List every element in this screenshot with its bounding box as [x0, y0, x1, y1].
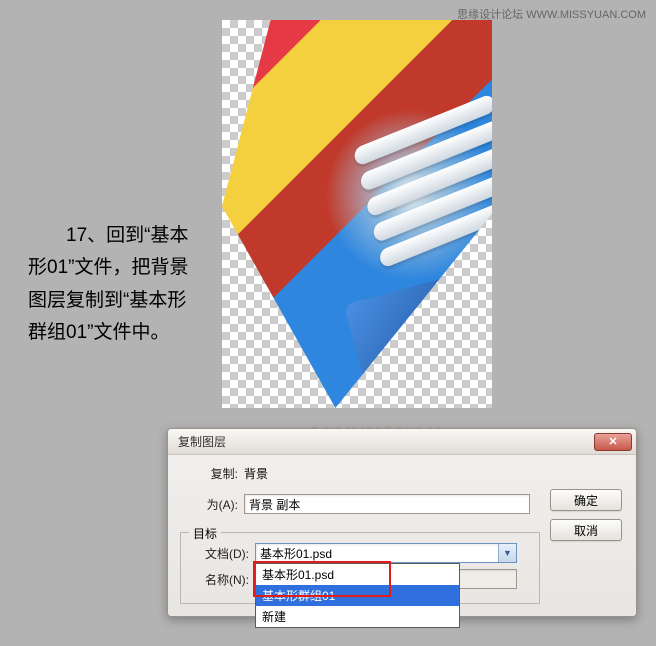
as-input[interactable] — [244, 494, 530, 514]
combobox-value: 基本形01.psd — [260, 545, 332, 562]
document-label: 文档(D): — [191, 545, 255, 562]
cancel-button[interactable]: 取消 — [550, 519, 622, 541]
masked-photo — [222, 20, 492, 408]
document-combobox[interactable]: 基本形01.psd ▼ 基本形01.psd 基本形群组01 新建 — [255, 543, 517, 563]
dialog-titlebar[interactable]: 复制图层 ✕ — [168, 429, 636, 455]
copy-value: 背景 — [244, 465, 268, 482]
duplicate-layer-dialog: 复制图层 ✕ 复制: 背景 为(A): 目标 文档(D): 基本形01.psd — [167, 428, 637, 617]
close-button[interactable]: ✕ — [594, 433, 632, 451]
dropdown-option[interactable]: 基本形群组01 — [256, 585, 459, 606]
target-fieldset: 目标 文档(D): 基本形01.psd ▼ 基本形01.psd 基本形群组01 … — [180, 532, 540, 604]
close-icon: ✕ — [608, 435, 617, 448]
name-label: 名称(N): — [191, 571, 255, 588]
copy-label: 复制: — [180, 465, 244, 482]
document-dropdown-list: 基本形01.psd 基本形群组01 新建 — [255, 563, 460, 628]
as-label: 为(A): — [180, 496, 244, 513]
target-legend: 目标 — [189, 525, 221, 542]
dropdown-option[interactable]: 基本形01.psd — [256, 564, 459, 585]
chevron-down-icon: ▼ — [498, 544, 516, 562]
dropdown-option[interactable]: 新建 — [256, 606, 459, 627]
canvas-checkerboard — [222, 20, 492, 408]
ok-button[interactable]: 确定 — [550, 489, 622, 511]
dialog-title: 复制图层 — [178, 433, 226, 450]
step-instruction: 17、回到“基本形01”文件，把背景图层复制到“基本形群组01”文件中。 — [28, 220, 204, 349]
